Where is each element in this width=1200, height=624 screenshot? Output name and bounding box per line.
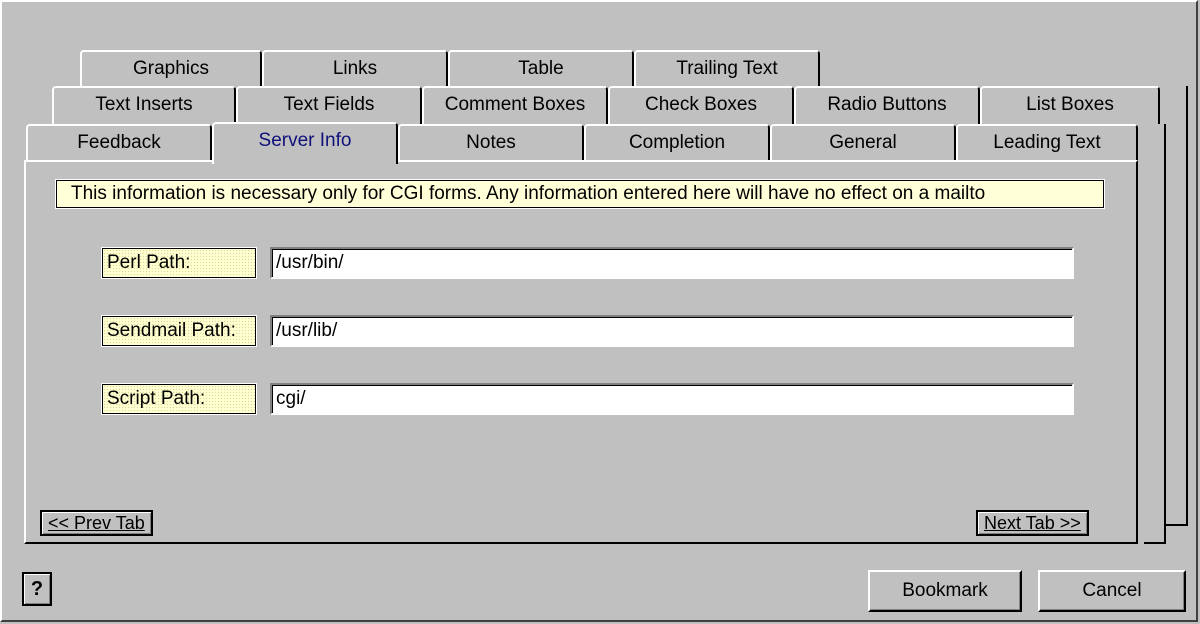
tab-server-info[interactable]: Server Info (212, 122, 398, 164)
next-tab-button[interactable]: Next Tab >> (976, 510, 1089, 536)
tab-text-fields[interactable]: Text Fields (236, 86, 422, 124)
tab-notes[interactable]: Notes (398, 124, 584, 162)
help-button[interactable]: ? (22, 572, 52, 606)
tab-radio-buttons[interactable]: Radio Buttons (794, 86, 980, 124)
tab-general[interactable]: General (770, 124, 956, 162)
tab-links[interactable]: Links (262, 50, 448, 88)
tab-text-inserts[interactable]: Text Inserts (52, 86, 236, 124)
tab-completion[interactable]: Completion (584, 124, 770, 162)
tab-table[interactable]: Table (448, 50, 634, 88)
prev-tab-button[interactable]: << Prev Tab (40, 510, 153, 536)
bookmark-button[interactable]: Bookmark (868, 570, 1022, 612)
sendmail-path-label: Sendmail Path: (101, 315, 257, 347)
cancel-button[interactable]: Cancel (1038, 570, 1186, 612)
help-icon: ? (30, 578, 44, 600)
server-info-panel: This information is necessary only for C… (24, 160, 1138, 544)
perl-path-input[interactable] (270, 247, 1074, 279)
perl-path-label: Perl Path: (101, 247, 257, 279)
script-path-label: Script Path: (101, 383, 257, 415)
tab-list-boxes[interactable]: List Boxes (980, 86, 1160, 124)
tab-comment-boxes[interactable]: Comment Boxes (422, 86, 608, 124)
sendmail-path-input[interactable] (270, 315, 1074, 347)
tab-page-back-2 (1144, 124, 1166, 544)
cgi-info-banner: This information is necessary only for C… (55, 179, 1105, 209)
tab-feedback[interactable]: Feedback (26, 124, 212, 162)
tab-leading-text[interactable]: Leading Text (956, 124, 1138, 162)
tab-trailing-text[interactable]: Trailing Text (634, 50, 820, 88)
tab-check-boxes[interactable]: Check Boxes (608, 86, 794, 124)
script-path-input[interactable] (270, 383, 1074, 415)
tab-page-back-1 (1164, 86, 1188, 526)
tab-graphics[interactable]: Graphics (80, 50, 262, 88)
